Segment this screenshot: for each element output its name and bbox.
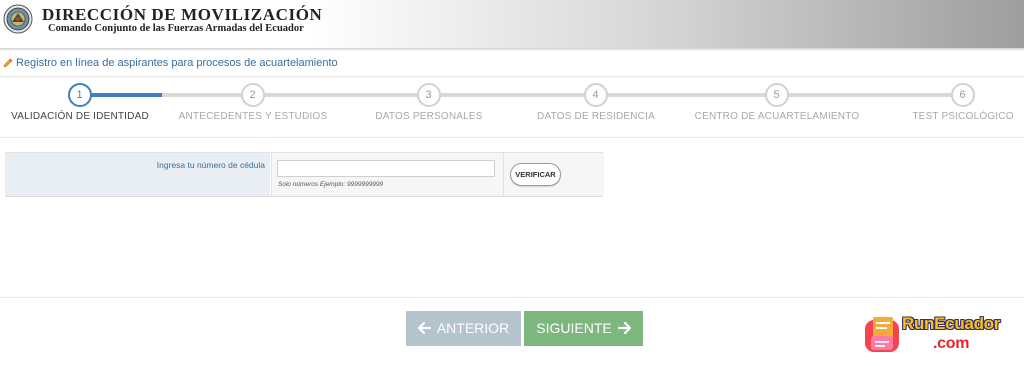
- form-button-cell: VERIFICAR: [503, 153, 604, 196]
- runecuador-logo-icon: [865, 317, 899, 352]
- form-label-cell: Ingresa tu número de cédula: [5, 153, 270, 196]
- step-1-label[interactable]: VALIDACIÓN DE IDENTIDAD: [11, 111, 149, 122]
- cedula-form: Ingresa tu número de cédula Solo números…: [5, 152, 604, 197]
- arrow-left-icon: [417, 312, 431, 347]
- step-4-label[interactable]: DATOS DE RESIDENCIA: [537, 111, 655, 122]
- cedula-input[interactable]: [277, 160, 495, 177]
- stepper-track: [80, 93, 964, 97]
- step-3-label[interactable]: DATOS PERSONALES: [375, 111, 482, 122]
- site-header: DIRECCIÓN DE MOVILIZACIÓN Comando Conjun…: [0, 0, 1024, 48]
- next-button[interactable]: SIGUIENTE: [524, 311, 643, 346]
- watermark-text-line2: .com: [933, 335, 970, 352]
- step-5-circle[interactable]: 5: [764, 82, 789, 107]
- step-3-circle[interactable]: 3: [416, 82, 441, 107]
- divider: [0, 297, 1024, 298]
- cedula-hint: Solo números Ejemplo: 9999999999: [278, 181, 384, 188]
- previous-button-label: ANTERIOR: [436, 320, 510, 336]
- arrow-right-icon: [617, 312, 631, 347]
- previous-button[interactable]: ANTERIOR: [406, 311, 521, 346]
- header-title: DIRECCIÓN DE MOVILIZACIÓN: [42, 5, 323, 24]
- registration-text: Registro en línea de aspirantes para pro…: [16, 57, 338, 69]
- step-5-label[interactable]: CENTRO DE ACUARTELAMIENTO: [695, 111, 860, 122]
- watermark-text-line1: RunEcuador: [902, 314, 1001, 333]
- next-button-label: SIGUIENTE: [536, 320, 612, 336]
- verify-button[interactable]: VERIFICAR: [510, 163, 561, 186]
- step-4-circle[interactable]: 4: [583, 82, 608, 107]
- header-subtitle: Comando Conjunto de las Fuerzas Armadas …: [48, 23, 304, 34]
- stepper-track-progress: [80, 93, 162, 97]
- registration-title: Registro en línea de aspirantes para pro…: [3, 57, 338, 71]
- step-6-circle[interactable]: 6: [950, 82, 975, 107]
- step-2-circle[interactable]: 2: [240, 82, 265, 107]
- cedula-label: Ingresa tu número de cédula: [156, 160, 265, 170]
- header-shadow: [0, 48, 1024, 51]
- divider: [0, 137, 1024, 138]
- step-1-circle[interactable]: 1: [67, 82, 92, 107]
- form-input-cell: Solo números Ejemplo: 9999999999: [271, 153, 503, 196]
- step-6-label[interactable]: TEST PSICOLÓGICO: [912, 111, 1013, 122]
- step-2-label[interactable]: ANTECEDENTES Y ESTUDIOS: [179, 111, 328, 122]
- military-seal-emblem-icon: [3, 4, 33, 34]
- divider: [0, 76, 1024, 77]
- pencil-icon: [3, 58, 13, 71]
